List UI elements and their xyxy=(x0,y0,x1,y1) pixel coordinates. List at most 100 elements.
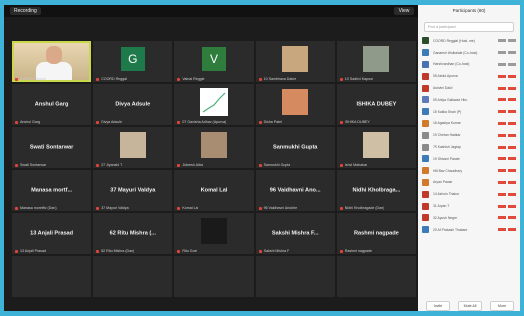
participant-row[interactable]: 05 Abdul Apurva xyxy=(422,70,518,82)
mic-status-icon[interactable] xyxy=(498,228,506,232)
participant-tile[interactable]: COORD Reggal xyxy=(12,41,92,82)
tile-label: Komal Lal xyxy=(177,206,198,210)
participant-row[interactable]: Ashvini Dalvi xyxy=(422,82,518,94)
participant-tile[interactable]: 10 Sambhava Dakre xyxy=(255,41,335,82)
mic-status-icon[interactable] xyxy=(498,62,506,66)
participant-tile[interactable]: 07 Gavisha Adhav (Apurva) xyxy=(174,84,254,125)
tile-label-text: 62 Ritu Mishra (Dan) xyxy=(101,249,135,253)
participant-row[interactable]: 31 Aryan T xyxy=(422,200,518,212)
invite-button[interactable]: Invite xyxy=(426,301,450,311)
video-status-icon[interactable] xyxy=(508,204,516,208)
view-button[interactable]: View xyxy=(394,7,414,15)
participant-row-name: 09 Aniya Gaikwad Hiru xyxy=(433,97,468,102)
participant-row[interactable]: 16 Agastya Kumar xyxy=(422,118,518,130)
participant-tile[interactable]: 37 Mayuri Valdya 37 Mayuri Valdya xyxy=(93,170,173,211)
participant-row[interactable]: 79 Kashish Jagtap xyxy=(422,141,518,153)
video-status-icon[interactable] xyxy=(508,192,516,196)
recording-indicator[interactable]: Recording xyxy=(10,7,41,15)
video-status-icon[interactable] xyxy=(508,110,516,114)
participant-tile[interactable]: Sanmukhi Gupta Sanmukhi Gupta xyxy=(255,127,335,168)
video-status-icon[interactable] xyxy=(508,121,516,125)
participant-tile[interactable] xyxy=(336,256,416,297)
video-status-icon[interactable] xyxy=(508,39,516,43)
participant-search-input[interactable]: Find a participant xyxy=(424,22,514,32)
participant-row[interactable]: Ganaesh Wolkalale (Co-host) xyxy=(422,47,518,59)
participant-row[interactable]: 32 Ayush Negre xyxy=(422,212,518,224)
participant-avatar xyxy=(422,60,429,68)
video-status-icon[interactable] xyxy=(508,157,516,161)
video-status-icon[interactable] xyxy=(508,51,516,55)
video-status-icon[interactable] xyxy=(508,133,516,137)
participant-tile[interactable]: Swati Sontarwar Swati Sontarwar xyxy=(12,127,92,168)
participant-tile[interactable]: 13 Anjali Prasad 13 Anjali Prasad xyxy=(12,213,92,254)
participant-tile[interactable]: Divya Adsule Divya Adsule xyxy=(93,84,173,125)
participant-row[interactable]: Hill Bav Chaudhary xyxy=(422,165,518,177)
participant-avatar xyxy=(422,226,429,234)
participant-avatar xyxy=(422,190,429,198)
participant-row[interactable]: COORD Regglal (Host, me) xyxy=(422,35,518,47)
mic-status-icon[interactable] xyxy=(498,204,506,208)
mute-all-button[interactable]: Mute All xyxy=(458,301,482,311)
tile-label-text: Rashmi nagpade xyxy=(344,249,372,253)
participant-tile[interactable]: Sakshi Mishra F... Sakshi Mishra F xyxy=(255,213,335,254)
video-status-icon[interactable] xyxy=(508,216,516,220)
participant-row[interactable]: 20 Af Prakash Thakare xyxy=(422,224,518,236)
participant-tile[interactable]: Nidhi Kholbraga... Nidhi Kholbragade (Dan… xyxy=(336,170,416,211)
video-status-icon[interactable] xyxy=(508,86,516,90)
participant-tile[interactable]: Komal Lal Komal Lal xyxy=(174,170,254,211)
tile-label: 27 Jiyanshi T xyxy=(96,163,122,167)
video-status-icon[interactable] xyxy=(508,62,516,66)
participant-avatar xyxy=(422,108,429,116)
mic-status-icon[interactable] xyxy=(498,86,506,90)
participant-tile[interactable]: G COORD Reggal xyxy=(93,41,173,82)
video-status-icon[interactable] xyxy=(508,145,516,149)
participant-tile[interactable]: Ritu Goel xyxy=(174,213,254,254)
participant-tile[interactable] xyxy=(12,256,92,297)
participant-tile[interactable]: Jidnesh Alice xyxy=(174,127,254,168)
participant-row[interactable]: 09 Aniya Gaikwad Hiru xyxy=(422,94,518,106)
participant-tile[interactable]: V Vainal Reggie xyxy=(174,41,254,82)
participant-row[interactable]: 19 Shivani Parate xyxy=(422,153,518,165)
participant-tile[interactable] xyxy=(174,256,254,297)
participant-row-name: 32 Ayush Negre xyxy=(433,215,458,220)
participant-tile[interactable]: 62 Ritu Mishra (... 62 Ritu Mishra (Dan) xyxy=(93,213,173,254)
mic-status-icon[interactable] xyxy=(498,98,506,102)
more-button[interactable]: More xyxy=(490,301,514,311)
participant-row[interactable]: 15 Kalika Shah (P) xyxy=(422,106,518,118)
mic-status-icon[interactable] xyxy=(498,110,506,114)
video-status-icon[interactable] xyxy=(508,169,516,173)
muted-mic-icon xyxy=(258,120,262,124)
mic-status-icon[interactable] xyxy=(498,39,506,43)
participant-tile[interactable]: Rashmi nagpade Rashmi nagpade xyxy=(336,213,416,254)
participant-tile[interactable]: Anshul Garg Anshul Garg xyxy=(12,84,92,125)
mic-status-icon[interactable] xyxy=(498,51,506,55)
participant-tile[interactable]: ISHIKA DUBEY ISHIKA DUBEY xyxy=(336,84,416,125)
participant-tile[interactable] xyxy=(255,256,335,297)
participant-row[interactable]: 19 Chetan Hadkar xyxy=(422,129,518,141)
mic-status-icon[interactable] xyxy=(498,133,506,137)
mic-status-icon[interactable] xyxy=(498,157,506,161)
mic-status-icon[interactable] xyxy=(498,169,506,173)
video-status-icon[interactable] xyxy=(508,74,516,78)
participant-tile[interactable]: Ishvi Mahakar xyxy=(336,127,416,168)
video-status-icon[interactable] xyxy=(508,228,516,232)
video-status-icon[interactable] xyxy=(508,180,516,184)
participant-row[interactable]: Aryan Pawar xyxy=(422,177,518,189)
participant-tile[interactable]: 96 Vaidhavni Ano... 96 Vaidhavni Anokhe xyxy=(255,170,335,211)
participant-video xyxy=(14,43,90,80)
participant-tile[interactable]: Disha Patel xyxy=(255,84,335,125)
participant-tile[interactable]: 10 Sadhvi Kapoor xyxy=(336,41,416,82)
video-status-icon[interactable] xyxy=(508,98,516,102)
participant-row[interactable]: 14 Ashvin Thakur xyxy=(422,188,518,200)
participant-row[interactable]: Harshvardhan (Co-host) xyxy=(422,59,518,71)
participant-tile[interactable] xyxy=(93,256,173,297)
participant-tile[interactable]: 27 Jiyanshi T xyxy=(93,127,173,168)
mic-status-icon[interactable] xyxy=(498,192,506,196)
mic-status-icon[interactable] xyxy=(498,216,506,220)
participant-row-name: 19 Shivani Parate xyxy=(433,156,460,161)
mic-status-icon[interactable] xyxy=(498,121,506,125)
participant-tile[interactable]: Manasa mortf... Manasa moretfiv (Dan) xyxy=(12,170,92,211)
mic-status-icon[interactable] xyxy=(498,145,506,149)
mic-status-icon[interactable] xyxy=(498,74,506,78)
mic-status-icon[interactable] xyxy=(498,180,506,184)
